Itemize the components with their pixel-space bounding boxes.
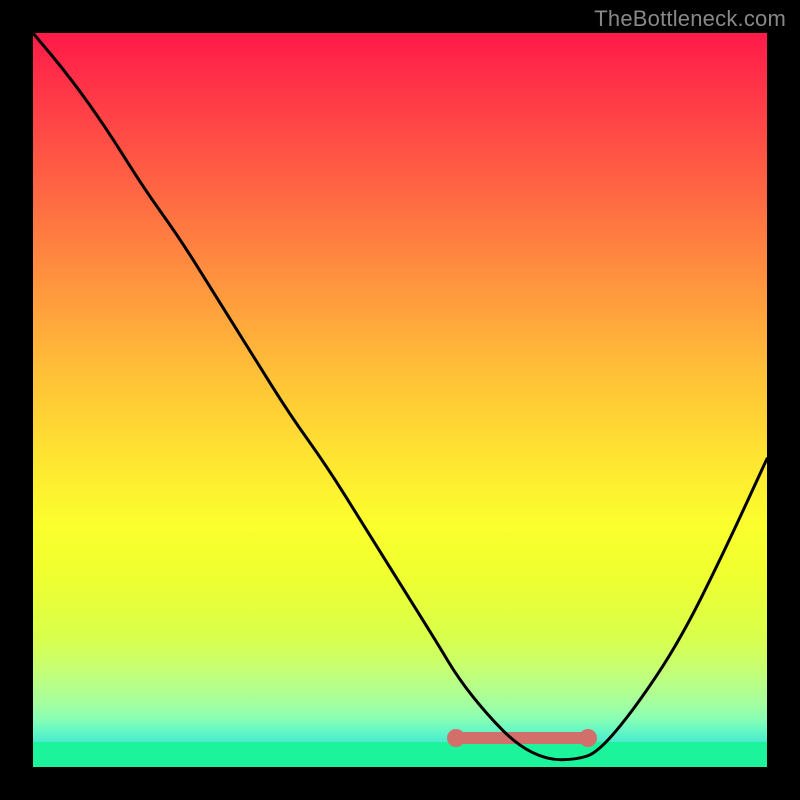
watermark-label: TheBottleneck.com bbox=[594, 6, 786, 32]
plot-area bbox=[33, 33, 767, 767]
bottleneck-curve bbox=[33, 33, 767, 767]
chart-frame: TheBottleneck.com bbox=[0, 0, 800, 800]
curve-path bbox=[33, 33, 767, 760]
